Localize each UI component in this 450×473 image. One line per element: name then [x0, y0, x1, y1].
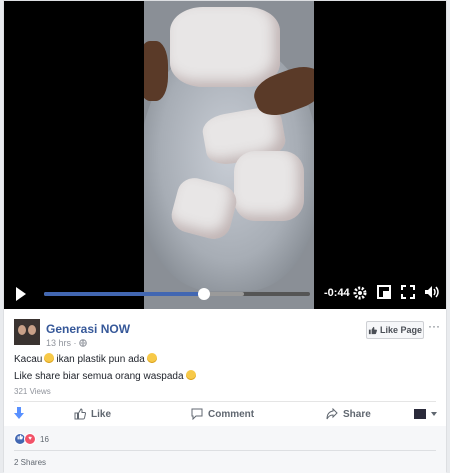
thumbs-up-icon: [74, 408, 86, 420]
more-options-icon[interactable]: ···: [428, 319, 440, 333]
video-fish-piece: [234, 151, 304, 221]
like-label: Like: [91, 408, 112, 420]
view-count: 321 Views: [14, 387, 51, 396]
video-frame: [144, 1, 314, 309]
love-reaction-icon: ♥: [24, 433, 36, 445]
post-as-selector[interactable]: [414, 403, 437, 425]
avatar-face: [28, 325, 36, 335]
post-meta: 13 hrs ·: [46, 338, 87, 348]
video-seek-handle[interactable]: [197, 288, 210, 300]
post-text-part: Like share biar semua orang waspada: [14, 371, 184, 382]
like-button[interactable]: Like: [74, 403, 111, 425]
video-hand: [144, 41, 168, 101]
post-header: Generasi NOW 13 hrs · Like Page ···: [4, 317, 446, 353]
arrow-down-icon[interactable]: [14, 406, 24, 424]
divider: [14, 401, 436, 402]
like-page-button[interactable]: Like Page: [366, 321, 424, 339]
post-actions: Like Comment Share: [4, 403, 446, 425]
post-text-line-1: Kacau ikan plastik pun ada: [14, 353, 159, 365]
post-card: -0:44 Generasi NOW 13 hrs · Like Page ··…: [3, 0, 447, 473]
small-avatar-icon: [414, 409, 426, 419]
comment-bubble-icon: [191, 408, 203, 420]
settings-gear-icon[interactable]: [352, 285, 368, 301]
like-page-label: Like Page: [379, 325, 423, 335]
reaction-summary[interactable]: ♥ 16: [14, 433, 49, 445]
globe-icon: [79, 339, 87, 347]
thumbs-up-icon: [368, 326, 377, 334]
picture-in-picture-icon[interactable]: [376, 285, 392, 301]
page-avatar[interactable]: [14, 319, 40, 345]
video-player[interactable]: -0:44: [4, 1, 446, 309]
smiling-face-emoji-icon: [146, 353, 157, 363]
video-progress-bar: [44, 292, 204, 296]
volume-icon[interactable]: [424, 285, 440, 301]
share-label: Share: [343, 408, 371, 420]
divider: [14, 450, 436, 451]
comment-label: Comment: [208, 408, 255, 420]
post-timestamp[interactable]: 13 hrs ·: [46, 338, 79, 348]
avatar-face: [18, 325, 26, 335]
post-text-line-2: Like share biar semua orang waspada: [14, 370, 198, 382]
share-arrow-icon: [326, 408, 338, 420]
share-count[interactable]: 2 Shares: [14, 458, 46, 467]
video-controls: -0:44: [4, 279, 446, 309]
reaction-count: 16: [40, 434, 49, 444]
worried-face-emoji-icon: [44, 353, 55, 363]
post-text-part: Kacau: [14, 354, 43, 365]
post-text-part: ikan plastik pun ada: [56, 354, 145, 365]
crying-face-emoji-icon: [185, 370, 196, 380]
page-name-link[interactable]: Generasi NOW: [46, 322, 130, 336]
fullscreen-icon[interactable]: [400, 285, 416, 301]
comment-button[interactable]: Comment: [191, 403, 254, 425]
chevron-down-icon: [431, 412, 437, 416]
video-time-remaining: -0:44: [324, 287, 350, 299]
play-icon[interactable]: [16, 287, 26, 301]
share-button[interactable]: Share: [326, 403, 371, 425]
video-seek-bar[interactable]: [44, 288, 310, 300]
video-fish-piece: [170, 7, 280, 87]
